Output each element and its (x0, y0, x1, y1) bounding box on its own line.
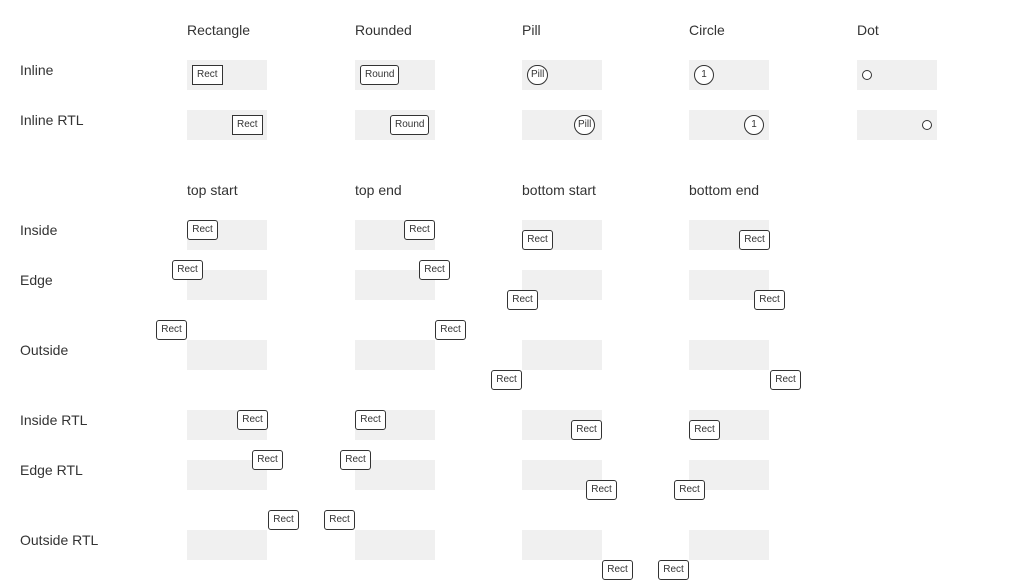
badge-outside-rtl-top-start: Rect (268, 510, 299, 530)
badge-pill-rtl: Pill (574, 115, 596, 135)
badge-rounded-rtl: Round (390, 115, 430, 135)
badge-edge-bottom-end: Rect (754, 290, 785, 310)
styles-header-rectangle: Rectangle (187, 22, 251, 38)
styles-header-rounded: Rounded (355, 22, 412, 38)
badge-rectangle: Rect (192, 65, 223, 85)
host-box (187, 530, 267, 560)
badge-outside-rtl-bottom-end: Rect (658, 560, 689, 580)
badge-edge-rtl-top-start: Rect (252, 450, 283, 470)
badge-outside-top-end: Rect (435, 320, 466, 340)
host-box (522, 530, 602, 560)
row-label-inside-rtl: Inside RTL (20, 412, 88, 428)
badge-outside-top-start: Rect (156, 320, 187, 340)
row-label-outside-rtl: Outside RTL (20, 532, 99, 548)
row-label-edge-rtl: Edge RTL (20, 462, 83, 478)
badge-inside-top-end: Rect (404, 220, 435, 240)
badge-inside-rtl-top-start: Rect (237, 410, 268, 430)
row-label-outside: Outside (20, 342, 69, 358)
host-box (355, 340, 435, 370)
badge-inside-bottom-start: Rect (522, 230, 553, 250)
badge-inside-top-start: Rect (187, 220, 218, 240)
positions-header-top-start: top start (187, 182, 238, 198)
badge-edge-top-end: Rect (419, 260, 450, 280)
badge-pill: Pill (527, 65, 549, 85)
badge-edge-rtl-top-end: Rect (340, 450, 371, 470)
host-box (689, 530, 769, 560)
badge-rounded: Round (360, 65, 400, 85)
host-box (187, 340, 267, 370)
row-label-edge: Edge (20, 272, 53, 288)
styles-header-pill: Pill (522, 22, 541, 38)
host-box (355, 530, 435, 560)
badge-circle: 1 (694, 65, 714, 85)
badge-edge-top-start: Rect (172, 260, 203, 280)
positions-header-top-end: top end (355, 182, 402, 198)
host-box (689, 340, 769, 370)
badge-outside-bottom-end: Rect (770, 370, 801, 390)
badge-inside-bottom-end: Rect (739, 230, 770, 250)
row-label-inline: Inline (20, 62, 54, 78)
row-label-inline-rtl: Inline RTL (20, 112, 84, 128)
row-label-inside: Inside (20, 222, 58, 238)
host-box (522, 340, 602, 370)
badge-edge-rtl-bottom-end: Rect (674, 480, 705, 500)
positions-header-bottom-end: bottom end (689, 182, 760, 198)
styles-header-dot: Dot (857, 22, 879, 38)
badge-dot (862, 70, 872, 80)
badge-inside-rtl-bottom-end: Rect (689, 420, 720, 440)
badge-inside-rtl-bottom-start: Rect (571, 420, 602, 440)
badge-outside-bottom-start: Rect (491, 370, 522, 390)
badge-dot-rtl (922, 120, 932, 130)
badge-edge-rtl-bottom-start: Rect (586, 480, 617, 500)
badge-outside-rtl-bottom-start: Rect (602, 560, 633, 580)
badge-rectangle-rtl: Rect (232, 115, 263, 135)
styles-header-circle: Circle (689, 22, 725, 38)
badge-edge-bottom-start: Rect (507, 290, 538, 310)
positions-header-bottom-start: bottom start (522, 182, 596, 198)
badge-inside-rtl-top-end: Rect (355, 410, 386, 430)
badge-outside-rtl-top-end: Rect (324, 510, 355, 530)
badge-circle-rtl: 1 (744, 115, 764, 135)
